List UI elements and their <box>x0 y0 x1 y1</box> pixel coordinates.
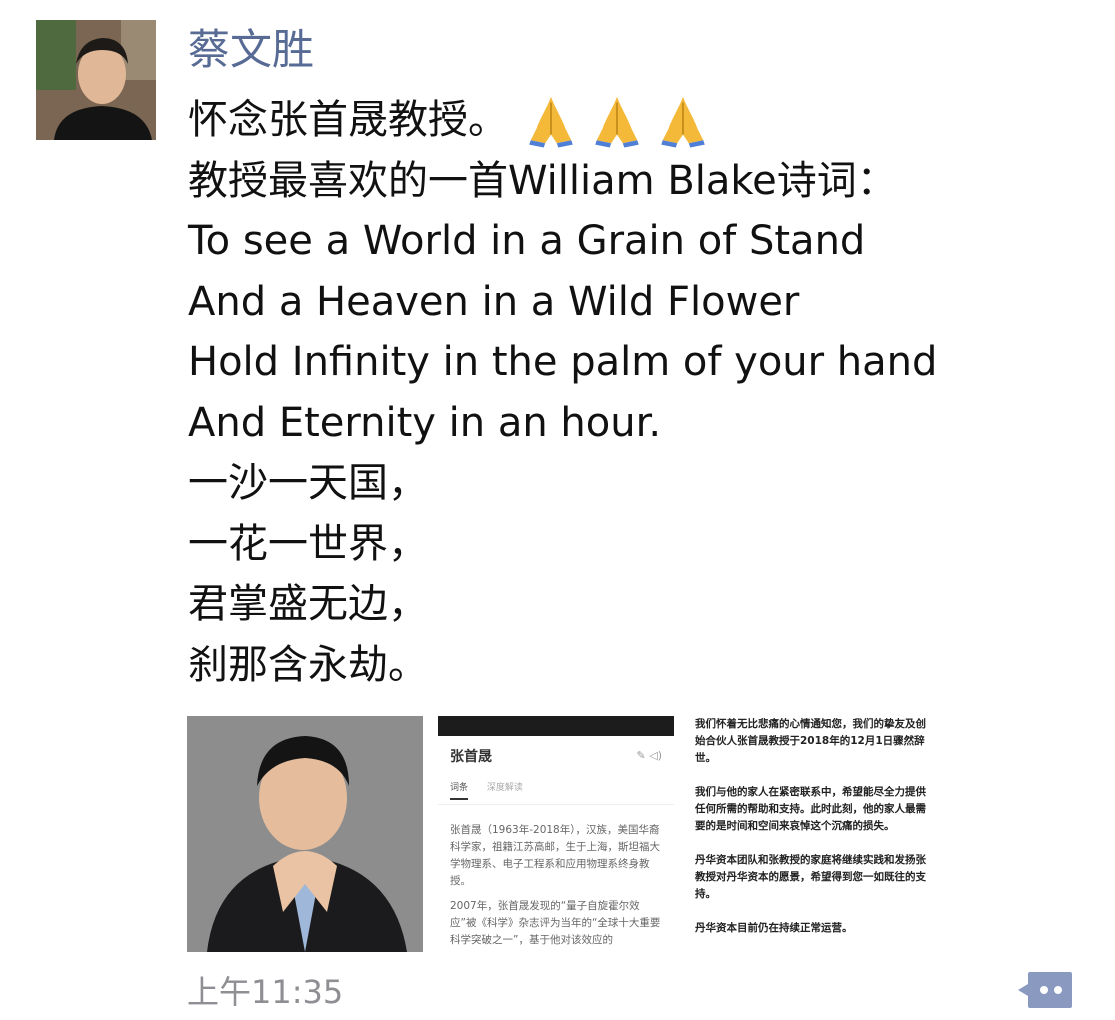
entry-paragraph: 张首晟（1963年-2018年），汉族，美国华裔科学家，祖籍江苏高邮，生于上海，… <box>450 824 660 887</box>
edit-audio-icons: ✎ ◁) <box>636 749 662 762</box>
post-line: To see a World in a Grain of Stand <box>188 218 866 264</box>
folded-hands-icon <box>661 97 705 148</box>
image-thumbnail-encyclopedia[interactable]: 张首晟 ✎ ◁) 词条 深度解读 张首晟（1963年-2018年），汉族，美国华… <box>438 716 674 952</box>
tab-entry: 词条 <box>450 783 469 800</box>
post-line: 刹那含永劫。 <box>188 641 428 688</box>
post-timestamp: 上午11:35 <box>187 973 344 1011</box>
post-text: 怀念张首晟教授。 教授最喜欢的一首William Blake诗词： To see… <box>188 90 937 695</box>
post-line: And Eternity in an hour. <box>188 399 662 446</box>
notice-body: 我们怀着无比悲痛的心情通知您，我们的挚友及创始合伙人张首晟教授于2018年的12… <box>695 716 931 952</box>
post-line-text: 怀念张首晟教授。 <box>188 97 508 143</box>
emoji-group <box>522 91 720 149</box>
entry-paragraph: 2007年，张首晟发现的“量子自旋霍尔效应”被《科学》杂志评为当年的“全球十大重… <box>450 900 661 946</box>
author-avatar[interactable] <box>36 20 156 140</box>
entry-tabs: 词条 深度解读 <box>450 780 539 800</box>
notice-paragraph: 我们与他的家人在紧密联系中，希望能尽全力提供任何所需的帮助和支持。此时此刻，他的… <box>695 786 926 832</box>
post-line: 君掌盛无边， <box>188 581 428 627</box>
divider <box>438 804 674 805</box>
folded-hands-icon <box>529 97 573 148</box>
post-line: 一沙一天国， <box>188 460 428 506</box>
folded-hands-icon <box>595 97 639 148</box>
notice-paragraph: 丹华资本目前仍在持续正常运营。 <box>695 922 853 934</box>
notice-paragraph: 丹华资本团队和张教授的家庭将继续实践和发扬张教授对丹华资本的愿景，希望得到您一如… <box>695 854 926 900</box>
notice-paragraph: 我们怀着无比悲痛的心情通知您，我们的挚友及创始合伙人张首晟教授于2018年的12… <box>695 718 926 764</box>
portrait-photo <box>187 716 423 952</box>
header-photo-strip <box>438 716 674 736</box>
avatar-photo <box>36 20 156 140</box>
entry-title: 张首晟 <box>450 749 492 765</box>
entry-body: 张首晟（1963年-2018年），汉族，美国华裔科学家，祖籍江苏高邮，生于上海，… <box>450 822 664 952</box>
tab-deep-read: 深度解读 <box>486 783 523 793</box>
comment-icon <box>1018 972 1072 1008</box>
post-line: 一花一世界， <box>188 520 428 567</box>
image-thumbnail-notice[interactable]: 我们怀着无比悲痛的心情通知您，我们的挚友及创始合伙人张首晟教授于2018年的12… <box>689 716 937 952</box>
post-line: 教授最喜欢的一首William Blake诗词： <box>188 157 897 204</box>
post-line: And a Heaven in a Wild Flower <box>188 278 800 325</box>
post-line: 怀念张首晟教授。 <box>188 90 937 151</box>
post-line: Hold Infinity in the palm of your hand <box>188 339 938 385</box>
author-name[interactable]: 蔡文胜 <box>188 22 314 78</box>
comment-button[interactable] <box>1016 970 1074 1010</box>
image-thumbnail-portrait[interactable] <box>187 716 423 952</box>
